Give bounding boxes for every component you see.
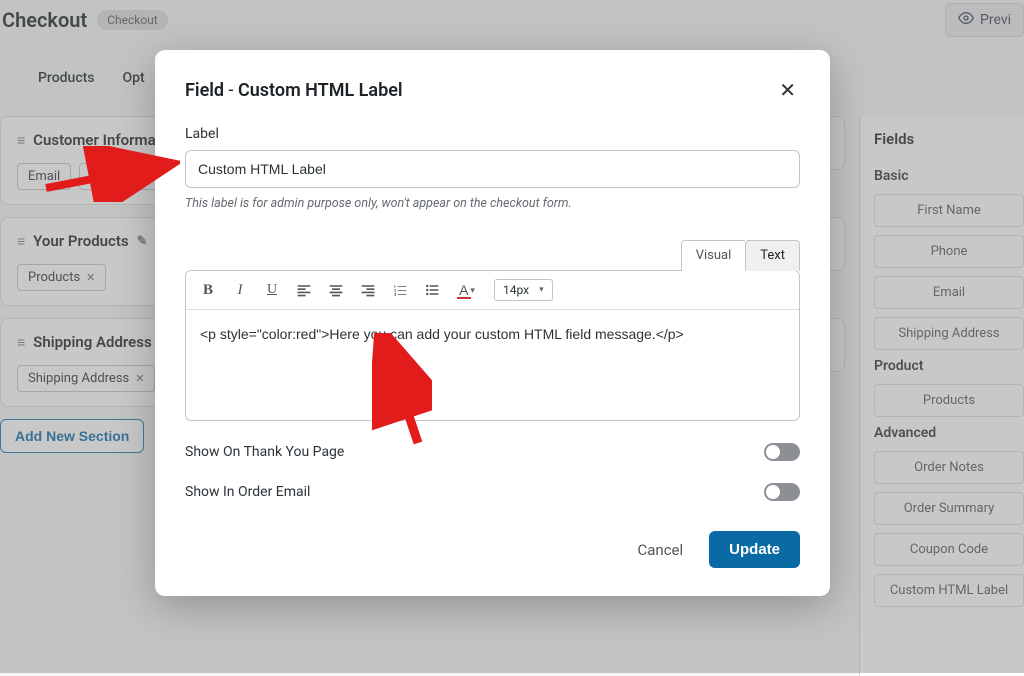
tab-visual[interactable]: Visual [681, 240, 746, 271]
tab-text[interactable]: Text [745, 240, 800, 271]
annotation-arrow-icon [40, 146, 180, 202]
chevron-down-icon: ▾ [470, 285, 475, 296]
orderemail-toggle[interactable] [764, 483, 800, 501]
align-center-icon[interactable] [322, 277, 350, 303]
editor-toolbar: B I U A ▾ 14px [186, 271, 799, 310]
editor-tabs: Visual Text [185, 239, 800, 270]
label-helper-text: This label is for admin purpose only, wo… [185, 196, 800, 211]
label-input[interactable] [185, 150, 800, 188]
font-size-select[interactable]: 14px ▾ [494, 279, 553, 301]
font-color-icon[interactable]: A ▾ [450, 277, 484, 303]
bold-icon[interactable]: B [194, 277, 222, 303]
cancel-button[interactable]: Cancel [637, 541, 683, 559]
align-left-icon[interactable] [290, 277, 318, 303]
align-right-icon[interactable] [354, 277, 382, 303]
thankyou-toggle-label: Show On Thank You Page [185, 444, 344, 460]
editor-body[interactable]: <p style="color:red">Here you can add yo… [186, 310, 799, 420]
underline-icon[interactable]: U [258, 277, 286, 303]
thankyou-toggle[interactable] [764, 443, 800, 461]
italic-icon[interactable]: I [226, 277, 254, 303]
update-button[interactable]: Update [709, 531, 800, 568]
annotation-arrow-icon [372, 333, 432, 453]
close-icon[interactable]: ✕ [775, 76, 800, 104]
ordered-list-icon[interactable] [386, 277, 414, 303]
orderemail-toggle-label: Show In Order Email [185, 484, 310, 500]
unordered-list-icon[interactable] [418, 277, 446, 303]
modal-title: Field - Custom HTML Label [185, 80, 403, 101]
field-modal: Field - Custom HTML Label ✕ Label This l… [155, 50, 830, 596]
editor-box: B I U A ▾ 14px [185, 270, 800, 421]
label-field-label: Label [185, 126, 800, 142]
chevron-down-icon: ▾ [539, 285, 544, 295]
